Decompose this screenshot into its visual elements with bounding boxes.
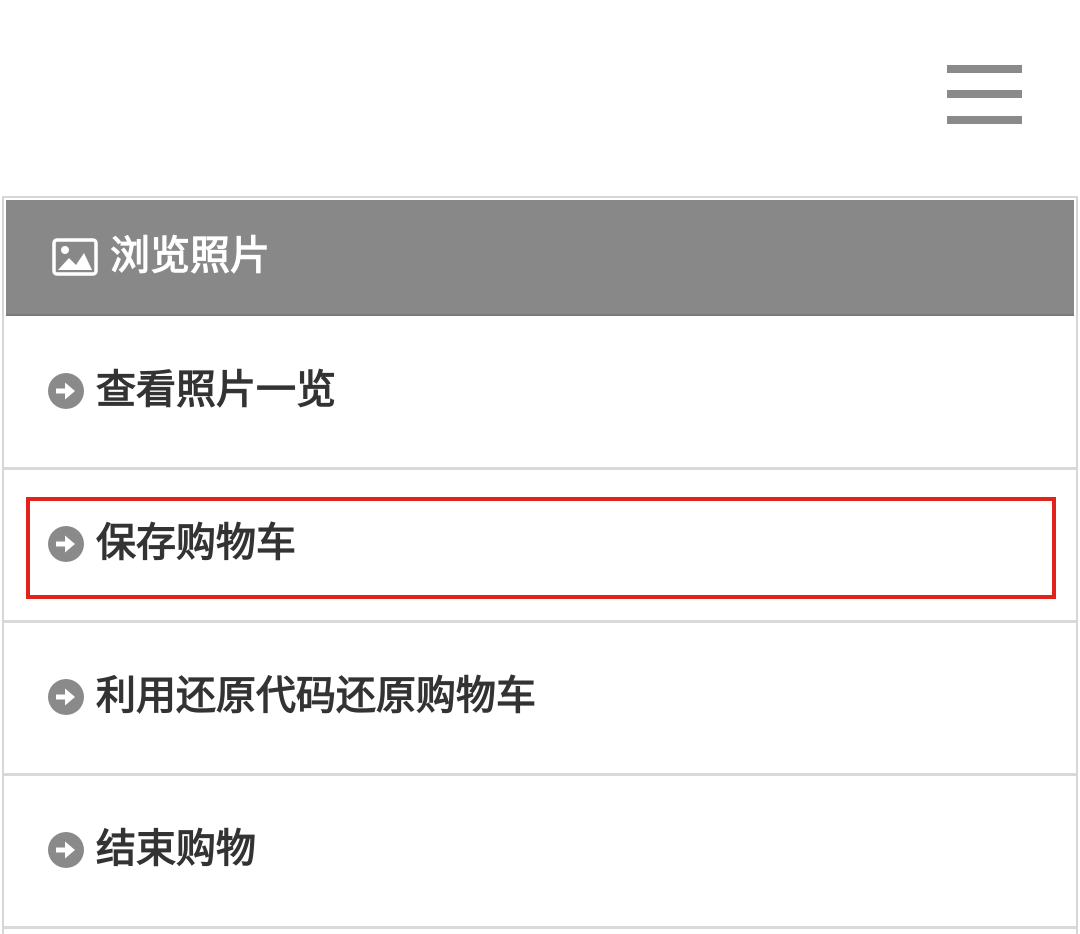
hamburger-menu-icon[interactable] xyxy=(944,62,1024,132)
arrow-circle-right-icon xyxy=(48,526,84,562)
menu-item-end-shopping[interactable]: 结束购物 xyxy=(4,777,1076,929)
menu-item-label: 利用还原代码还原购物车 xyxy=(96,673,536,719)
image-icon xyxy=(52,238,98,276)
arrow-circle-right-icon xyxy=(48,373,84,409)
menu-item-save-cart[interactable]: 保存购物车 xyxy=(4,471,1076,623)
top-bar xyxy=(0,0,1080,196)
arrow-circle-right-icon xyxy=(48,832,84,868)
hamburger-line xyxy=(947,65,1022,73)
menu-item-label: 结束购物 xyxy=(96,826,256,872)
arrow-circle-right-icon xyxy=(48,679,84,715)
navigation-menu: 浏览照片 查看照片一览 保存购物车 利用还原代码还原购物车 结束购物 xyxy=(2,196,1078,934)
menu-item-label: 查看照片一览 xyxy=(96,367,336,413)
menu-header: 浏览照片 xyxy=(6,200,1074,316)
menu-item-restore-cart[interactable]: 利用还原代码还原购物车 xyxy=(4,624,1076,776)
hamburger-line xyxy=(947,116,1022,124)
hamburger-line xyxy=(947,90,1022,98)
menu-item-view-photo-list[interactable]: 查看照片一览 xyxy=(4,318,1076,470)
menu-item-label: 保存购物车 xyxy=(96,520,296,566)
menu-header-label: 浏览照片 xyxy=(110,233,270,279)
